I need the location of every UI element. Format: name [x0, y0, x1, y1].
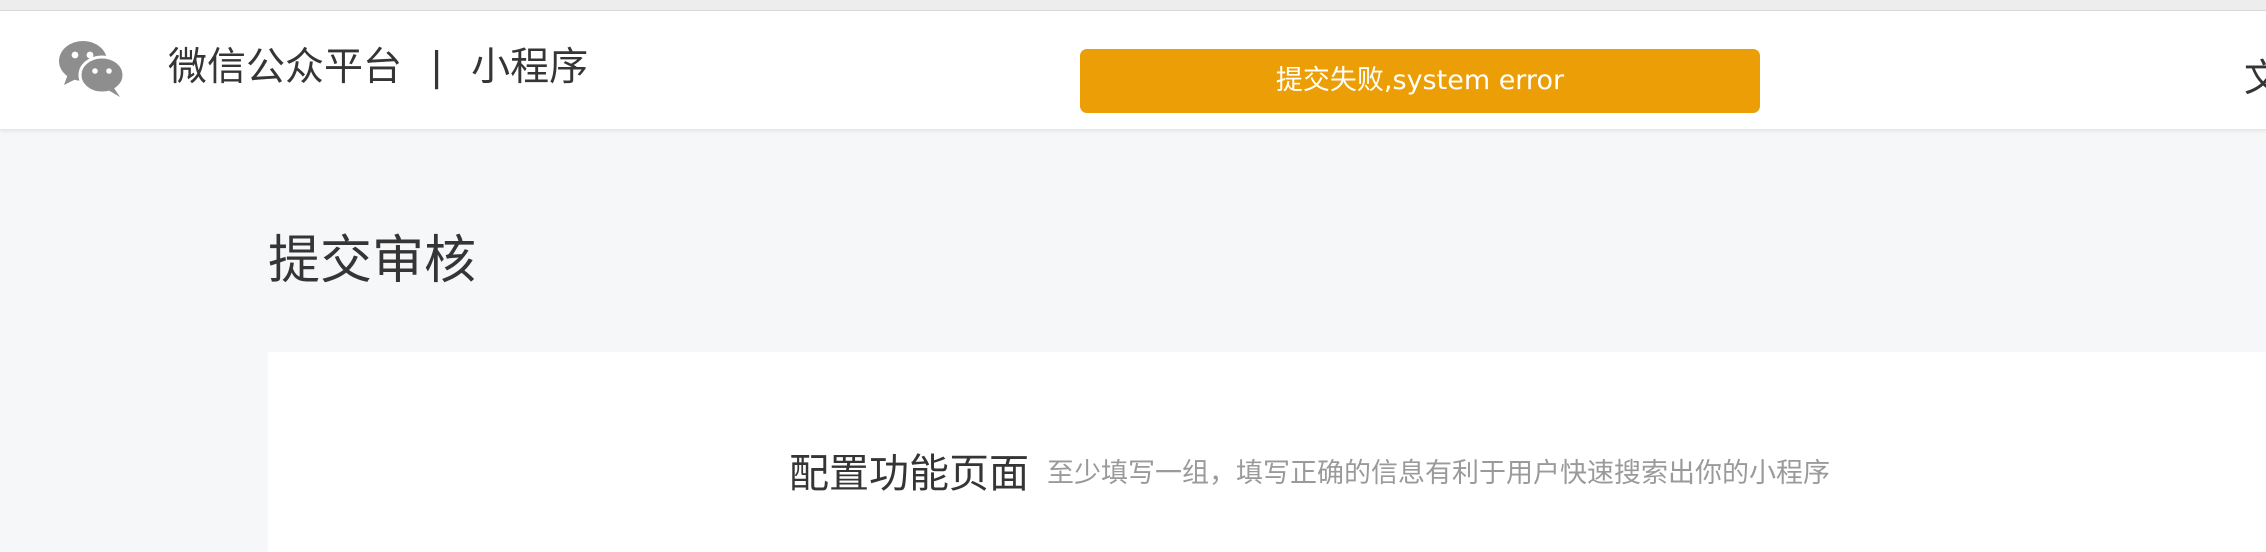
section-title: 配置功能页面 [789, 451, 1029, 497]
brand-separator: | [430, 45, 444, 90]
browser-top-edge [0, 0, 2266, 11]
header-right-link[interactable]: 文 [2244, 51, 2266, 105]
error-toast: 提交失败,system error [1080, 49, 1760, 113]
wechat-icon[interactable] [58, 38, 128, 98]
platform-name: 微信公众平台 [168, 45, 403, 90]
section-hint: 至少填写一组，填写正确的信息有利于用户快速搜索出你的小程序 [1047, 458, 1830, 489]
page-title: 提交审核 [268, 231, 477, 291]
section-heading: 配置功能页面 至少填写一组，填写正确的信息有利于用户快速搜索出你的小程序 [789, 446, 1830, 502]
product-name: 小程序 [471, 45, 589, 90]
brand[interactable]: 微信公众平台 | 小程序 [168, 41, 588, 95]
